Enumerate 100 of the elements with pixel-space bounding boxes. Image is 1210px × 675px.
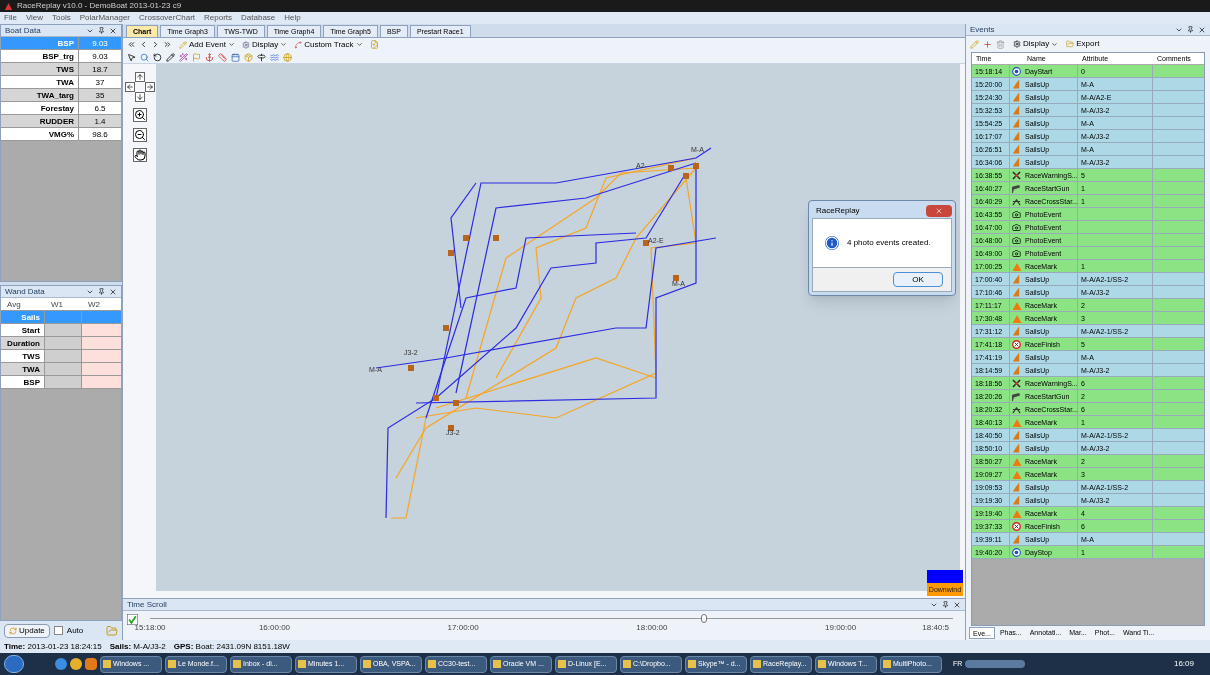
- field-value: 18.7: [91, 64, 109, 75]
- time-slider[interactable]: [150, 614, 953, 623]
- camera-icon: [1012, 209, 1021, 219]
- export-button[interactable]: Export: [1066, 38, 1100, 50]
- field-name: Forestay: [1, 102, 79, 114]
- pin-icon[interactable]: [98, 27, 105, 34]
- display-button[interactable]: Display: [241, 38, 288, 51]
- window-title: RaceReplay v10.0 - DemoBoat 2013-01-23 c9: [17, 0, 182, 12]
- close-icon[interactable]: [953, 600, 961, 609]
- close-icon[interactable]: [109, 26, 117, 35]
- field-value: 6.5: [93, 103, 107, 114]
- caret-icon: [280, 41, 288, 48]
- menu-item[interactable]: Database: [241, 12, 276, 24]
- camera-icon: [1012, 235, 1021, 245]
- display-button[interactable]: Display: [1013, 38, 1059, 50]
- media-icon[interactable]: [85, 658, 97, 670]
- checkbox-label: Auto: [66, 624, 84, 637]
- data-row[interactable]: TWS 18.7: [1, 63, 121, 76]
- signpost-icon[interactable]: [257, 52, 266, 62]
- curve-icon: [294, 40, 303, 49]
- pan-down-icon[interactable]: [134, 92, 145, 102]
- field-name: RUDDER: [1, 115, 79, 127]
- data-row[interactable]: BSP_trg 9.03: [1, 50, 121, 63]
- sail-icon: [1012, 534, 1021, 544]
- last-icon[interactable]: [163, 40, 172, 49]
- next-icon[interactable]: [151, 40, 160, 49]
- zoom-out-icon[interactable]: [132, 128, 147, 142]
- add-icon[interactable]: [983, 39, 992, 49]
- cross-mark-icon: [1012, 170, 1021, 180]
- update-button[interactable]: Update: [4, 623, 50, 638]
- add-event-button[interactable]: Add Event: [179, 38, 235, 51]
- browser-icon[interactable]: [70, 658, 82, 670]
- field-value: 35: [94, 90, 106, 101]
- menu-item[interactable]: CrossoverChart: [139, 12, 196, 24]
- dialog-title: RaceReplay: [815, 205, 861, 217]
- anchor-icon[interactable]: [205, 52, 214, 62]
- clock[interactable]: 16:09: [1173, 658, 1194, 670]
- menu-item[interactable]: Tools: [52, 12, 71, 24]
- data-row[interactable]: Start: [1, 324, 121, 337]
- close-icon[interactable]: [109, 287, 117, 296]
- field-name: BSP_trg: [1, 50, 79, 62]
- hand-icon[interactable]: [132, 148, 147, 162]
- ruler-icon[interactable]: [218, 52, 227, 62]
- wand-icon[interactable]: [179, 52, 188, 62]
- auto-checkbox[interactable]: [53, 626, 63, 635]
- menu-item[interactable]: Help: [284, 12, 301, 24]
- field-value: 1.4: [93, 116, 107, 127]
- field-name: TWA_targ: [1, 89, 79, 101]
- data-row[interactable]: RUDDER 1.4: [1, 115, 121, 128]
- pin-icon[interactable]: [98, 288, 105, 295]
- data-row[interactable]: TWA_targ 35: [1, 89, 121, 102]
- field-value: 9.03: [91, 38, 109, 49]
- data-row[interactable]: TWA: [1, 363, 121, 376]
- field-name: TWS: [1, 63, 79, 75]
- sail-icon: [1012, 326, 1021, 336]
- data-row[interactable]: TWS: [1, 350, 121, 363]
- pan-right-icon[interactable]: [144, 82, 155, 92]
- menu-item[interactable]: File: [4, 12, 17, 24]
- slider-thumb[interactable]: [701, 614, 708, 623]
- menu-item[interactable]: Reports: [204, 12, 233, 24]
- data-row[interactable]: Forestay 6.5: [1, 102, 121, 115]
- crossing-icon: [1012, 404, 1021, 414]
- menu-item[interactable]: PolarManager: [79, 12, 131, 24]
- ok-button[interactable]: OK: [893, 272, 943, 287]
- data-row[interactable]: VMG% 98.6: [1, 128, 121, 141]
- checkmark-icon[interactable]: [127, 614, 138, 625]
- menu-item[interactable]: View: [25, 12, 44, 24]
- cross-mark-icon: [1012, 378, 1021, 388]
- pencil-icon: [179, 40, 187, 49]
- previous-icon[interactable]: [139, 40, 148, 49]
- field-name: Sails: [1, 311, 45, 323]
- close-button[interactable]: [926, 205, 952, 217]
- zoom-in-icon[interactable]: [132, 108, 147, 122]
- pencil-icon[interactable]: [166, 52, 175, 62]
- field-value: 37: [94, 77, 106, 88]
- calendar-icon[interactable]: [231, 52, 240, 62]
- target-icon: [1012, 66, 1021, 76]
- pin-icon[interactable]: [1187, 26, 1194, 33]
- custom-track-button[interactable]: Custom Track: [294, 38, 363, 51]
- first-icon[interactable]: [127, 40, 136, 49]
- data-row[interactable]: Duration: [1, 337, 121, 350]
- tick-label: 18:00:00: [636, 623, 668, 633]
- folder-icon: [1066, 40, 1075, 48]
- browser-icon[interactable]: [55, 658, 67, 670]
- data-row[interactable]: BSP: [1, 376, 121, 389]
- column-header: W1: [50, 299, 64, 310]
- pan-left-icon[interactable]: [124, 82, 135, 92]
- close-icon[interactable]: [1198, 25, 1206, 34]
- data-row[interactable]: TWA 37: [1, 76, 121, 89]
- rotate-icon[interactable]: [153, 52, 162, 62]
- refresh-icon: [9, 626, 17, 635]
- pan-up-icon[interactable]: [134, 72, 145, 82]
- pointer-icon[interactable]: [127, 52, 136, 62]
- camera-icon: [1012, 248, 1021, 258]
- pin-icon[interactable]: [942, 601, 949, 608]
- start-orb-icon[interactable]: [4, 655, 24, 673]
- info-icon: [825, 236, 839, 250]
- caret-icon: [1051, 40, 1059, 48]
- status-text: Time: 2013-01-23 18:24:15: [4, 640, 102, 653]
- status-text: GPS: Boat: 2431.09N 8151.18W: [173, 640, 290, 653]
